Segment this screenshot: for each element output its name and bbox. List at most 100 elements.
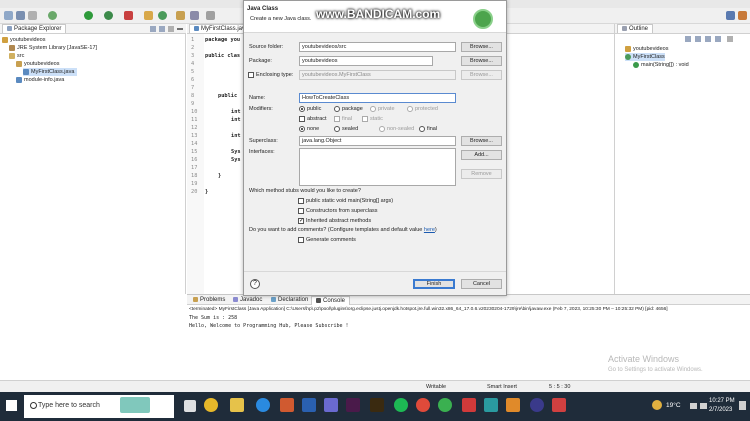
tab-package-explorer[interactable]: Package Explorer bbox=[2, 24, 67, 33]
new-class-icon[interactable] bbox=[158, 11, 167, 20]
code-line[interactable]: int bbox=[231, 116, 241, 124]
view-menu-icon[interactable] bbox=[168, 26, 174, 32]
bandicam-icon[interactable] bbox=[552, 398, 566, 412]
perspective-icon[interactable] bbox=[726, 11, 735, 20]
source-folder-field[interactable]: youtubevideos/src bbox=[299, 42, 456, 52]
browse-enclosing-button[interactable]: Browse... bbox=[461, 70, 502, 80]
modifier-static-checkbox[interactable] bbox=[362, 116, 368, 122]
chrome-2-icon[interactable] bbox=[416, 398, 430, 412]
word-icon[interactable] bbox=[302, 398, 316, 412]
taskbar-search-box[interactable]: Type here to search bbox=[24, 395, 174, 418]
sort-icon[interactable] bbox=[685, 36, 691, 42]
finish-button[interactable]: Finish bbox=[413, 279, 455, 289]
new-package-icon[interactable] bbox=[144, 11, 153, 20]
tab-problems[interactable]: Problems bbox=[189, 296, 229, 305]
modifier-none-radio[interactable] bbox=[299, 126, 305, 132]
modifier-sealed-radio[interactable] bbox=[334, 126, 340, 132]
open-type-icon[interactable] bbox=[176, 11, 185, 20]
package-tree-item[interactable]: MyFirstClass.java bbox=[23, 68, 78, 76]
app-green-icon[interactable] bbox=[438, 398, 452, 412]
tab-javadoc[interactable]: Javadoc bbox=[229, 296, 266, 305]
task-view-icon[interactable] bbox=[184, 400, 196, 412]
adobe-xd-icon[interactable] bbox=[346, 398, 360, 412]
java-perspective-icon[interactable] bbox=[738, 11, 747, 20]
package-tree-item[interactable]: src bbox=[9, 52, 24, 60]
run-icon[interactable] bbox=[84, 11, 93, 20]
file-explorer-icon[interactable] bbox=[230, 398, 244, 412]
coverage-icon[interactable] bbox=[104, 11, 113, 20]
collapse-icon[interactable] bbox=[150, 26, 156, 32]
link-icon[interactable] bbox=[159, 26, 165, 32]
code-line[interactable]: } bbox=[205, 188, 208, 196]
modifier-public-radio[interactable] bbox=[299, 106, 305, 112]
code-line[interactable]: package you bbox=[205, 36, 240, 44]
external-tools-icon[interactable] bbox=[124, 11, 133, 20]
save-icon[interactable] bbox=[16, 11, 25, 20]
modifier-private-radio[interactable] bbox=[370, 106, 376, 112]
code-line[interactable]: } bbox=[218, 172, 221, 180]
add-interface-button[interactable]: Add... bbox=[461, 150, 502, 160]
stub-main-checkbox[interactable] bbox=[298, 198, 304, 204]
app-orange-icon[interactable] bbox=[506, 398, 520, 412]
app-teal-icon[interactable] bbox=[484, 398, 498, 412]
new-icon[interactable] bbox=[4, 11, 13, 20]
edge-icon[interactable] bbox=[256, 398, 270, 412]
code-line[interactable]: int bbox=[231, 132, 241, 140]
notification-icon[interactable] bbox=[739, 401, 746, 410]
modifier-final-radio[interactable] bbox=[419, 126, 425, 132]
spotify-icon[interactable] bbox=[394, 398, 408, 412]
package-tree-item[interactable]: youtubevideos bbox=[16, 60, 59, 68]
code-line[interactable]: Sys bbox=[231, 148, 241, 156]
modifier-protected-radio[interactable] bbox=[407, 106, 413, 112]
modifier-final-checkbox[interactable] bbox=[334, 116, 340, 122]
stub-constructors-checkbox[interactable] bbox=[298, 208, 304, 214]
package-tree-item[interactable]: JRE System Library [JavaSE-17] bbox=[9, 44, 97, 52]
modifier-nonsealed-radio[interactable] bbox=[379, 126, 385, 132]
outline-menu-icon[interactable] bbox=[727, 36, 733, 42]
tab-declaration[interactable]: Declaration bbox=[267, 296, 312, 305]
modifier-abstract-checkbox[interactable] bbox=[299, 116, 305, 122]
enclosing-type-checkbox[interactable] bbox=[248, 72, 254, 78]
browse-source-folder-button[interactable]: Browse... bbox=[461, 42, 502, 52]
package-tree-item[interactable]: module-info.java bbox=[16, 76, 64, 84]
browse-package-button[interactable]: Browse... bbox=[461, 56, 502, 66]
package-field[interactable]: youtubevideos bbox=[299, 56, 433, 66]
generate-comments-checkbox[interactable] bbox=[298, 237, 304, 243]
class-name-field[interactable]: HowToCreateClass bbox=[299, 93, 456, 103]
code-line[interactable]: Sys bbox=[231, 156, 241, 164]
modifier-package-radio[interactable] bbox=[334, 106, 340, 112]
outline-item[interactable]: youtubevideos bbox=[625, 45, 668, 53]
illustrator-icon[interactable] bbox=[370, 398, 384, 412]
cancel-button[interactable]: Cancel bbox=[461, 279, 502, 289]
configure-templates-link[interactable]: here bbox=[424, 227, 435, 233]
debug-icon[interactable] bbox=[48, 11, 57, 20]
code-line[interactable]: int bbox=[231, 108, 241, 116]
outline-item[interactable]: MyFirstClass bbox=[625, 53, 665, 61]
nav-back-icon[interactable] bbox=[206, 11, 215, 20]
hide-static-icon[interactable] bbox=[705, 36, 711, 42]
superclass-field[interactable]: java.lang.Object bbox=[299, 136, 456, 146]
help-button[interactable]: ? bbox=[250, 279, 260, 289]
minimize-icon[interactable] bbox=[177, 28, 183, 30]
interfaces-list[interactable] bbox=[299, 148, 456, 186]
tab-outline[interactable]: Outline bbox=[617, 24, 654, 33]
network-icon[interactable] bbox=[690, 403, 697, 409]
windows-start-icon[interactable] bbox=[6, 400, 17, 411]
chrome-icon[interactable] bbox=[204, 398, 218, 412]
browse-superclass-button[interactable]: Browse... bbox=[461, 136, 502, 146]
outline-item[interactable]: main(String[]) : void bbox=[633, 61, 689, 69]
hide-nonpublic-icon[interactable] bbox=[715, 36, 721, 42]
photos-icon[interactable] bbox=[324, 398, 338, 412]
app-red-icon[interactable] bbox=[462, 398, 476, 412]
package-tree-item[interactable]: youtubevideos bbox=[2, 36, 45, 44]
eclipse-icon[interactable] bbox=[530, 398, 544, 412]
code-line[interactable]: public bbox=[218, 92, 237, 100]
stub-inherited-checkbox[interactable] bbox=[298, 217, 304, 224]
tab-console[interactable]: Console bbox=[311, 296, 351, 305]
search-icon[interactable] bbox=[190, 11, 199, 20]
volume-icon[interactable] bbox=[700, 403, 707, 409]
enclosing-type-field[interactable]: youtubevideos.MyFirstClass bbox=[299, 70, 456, 80]
remove-interface-button[interactable]: Remove bbox=[461, 169, 502, 179]
print-icon[interactable] bbox=[28, 11, 37, 20]
code-line[interactable]: public clas bbox=[205, 52, 240, 60]
